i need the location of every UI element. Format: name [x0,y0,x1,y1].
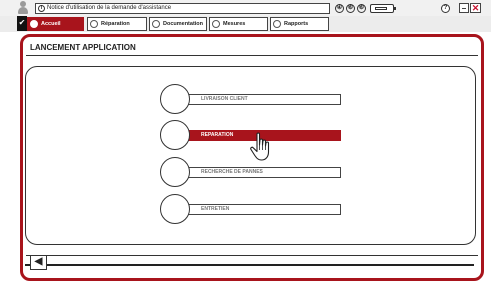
menu-item-entretien[interactable]: ENTRETIEN [160,194,345,224]
tab-mesures[interactable]: Mesures [209,17,268,31]
menu-item-circle [160,157,190,187]
user-avatar-icon[interactable] [17,1,29,15]
tab-rapports[interactable]: Rapports [270,17,329,31]
hand-pointer-icon [250,132,270,161]
menu-item-circle [160,120,190,150]
status-icons: ④ ⑥ ⑥ [335,2,396,14]
tab-label: Accueil [41,21,61,27]
radio-icon [90,20,98,28]
battery-tip [394,6,396,10]
minimize-button[interactable] [459,3,469,13]
menu-item-label: LIVRAISON CLIENT [188,94,341,105]
status-icon-2[interactable]: ⑥ [346,3,355,13]
battery-level [375,6,387,10]
menu-item-circle [160,84,190,114]
menu-item-livraison-client[interactable]: LIVRAISON CLIENT [160,84,345,114]
status-icon-1[interactable]: ④ [335,3,344,13]
close-button[interactable]: ✕ [470,3,481,13]
progress-line [25,264,474,266]
avatar-body [18,7,28,14]
info-icon: i [38,5,45,12]
divider [26,55,478,56]
battery-icon [370,3,396,13]
menu-item-label: RECHERCHE DE PANNES [188,167,341,178]
tab-label: Rapports [284,21,309,27]
tab-accueil[interactable]: Accueil [27,17,84,31]
window-title: i Notice d'utilisation de la demande d'as… [35,3,330,14]
status-icon-3[interactable]: ⑥ [357,3,366,13]
radio-icon [212,20,220,28]
tab-documentation[interactable]: Documentation [149,17,207,31]
page-title: LANCEMENT APPLICATION [30,43,136,52]
help-button[interactable]: ? [441,4,450,13]
radio-icon [152,20,160,28]
tab-label: Réparation [101,21,130,27]
menu-toggle-button[interactable]: ✔ [17,16,27,31]
tab-reparation[interactable]: Réparation [87,17,147,31]
tab-label: Mesures [223,21,246,27]
back-button[interactable]: ◀ [30,255,47,270]
tab-label: Documentation [163,21,204,27]
menu-item-label: ENTRETIEN [188,204,341,215]
radio-icon [30,20,38,28]
window-title-text: Notice d'utilisation de la demande d'ass… [47,5,172,11]
menu-item-circle [160,194,190,224]
radio-icon [273,20,281,28]
divider [26,255,478,256]
